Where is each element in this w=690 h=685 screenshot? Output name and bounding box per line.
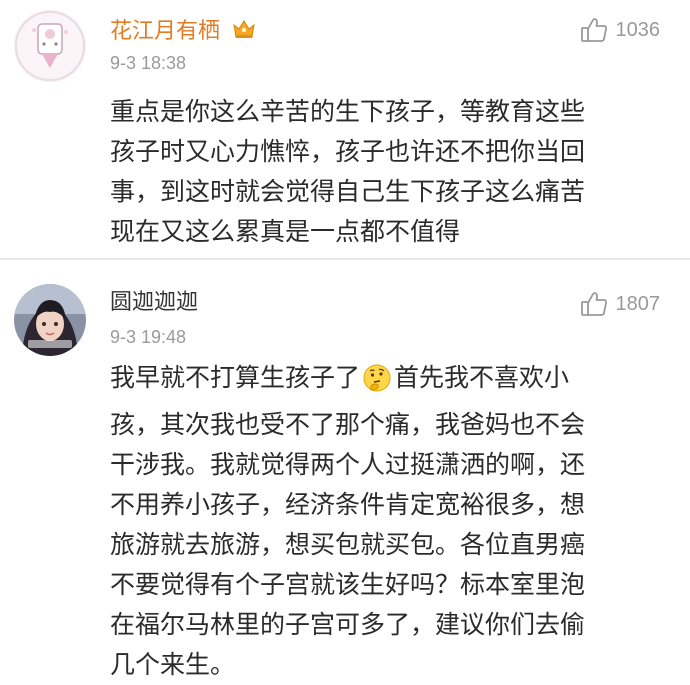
- avatar-photo: [14, 284, 86, 356]
- comment-line: 不要觉得有个子宫就该生好吗？标本室里泡: [110, 570, 586, 599]
- comment-time: 9-3 19:48: [110, 327, 187, 347]
- username-text[interactable]: 圆迦迦迦: [110, 290, 198, 315]
- comment-text: 我早就不打算生孩子了 首先我不喜欢小 孩，其次我也受不了那个痛，我爸妈也不会 干…: [110, 358, 585, 685]
- thumbs-up-icon: [580, 18, 607, 42]
- avatar[interactable]: [14, 284, 86, 356]
- thumbs-up-icon: [580, 292, 607, 316]
- like-button[interactable]: 1807: [580, 291, 661, 317]
- username[interactable]: 圆迦迦迦: [110, 289, 198, 317]
- comment-time: 9-3 18:38: [110, 53, 187, 73]
- comment-text: 重点是你这么辛苦的生下孩子，等教育这些 孩子时又心力憔悴，孩子也许还不把你当回 …: [110, 92, 585, 252]
- avatar[interactable]: [14, 10, 86, 82]
- vip-crown-icon: [231, 17, 257, 49]
- like-count: 1036: [615, 18, 661, 41]
- comment-line: 现在又这么累真是一点都不值得: [110, 217, 461, 246]
- thinking-face-icon: [362, 363, 392, 405]
- username-text[interactable]: 花江月有栖: [110, 19, 220, 44]
- comment-text-segment: 我早就不打算生孩子了: [110, 363, 361, 392]
- comment-line: 不用养小孩子，经济条件肯定宽裕很多，想: [110, 490, 586, 519]
- comment-item: 花江月有栖 9-3 18:38 1036 重点是你这么辛苦的生下孩子，等教育这些…: [0, 0, 690, 258]
- avatar-illustration: [14, 10, 86, 82]
- comment-line: 在福尔马林里的子宫可多了，建议你们去偷: [110, 610, 586, 639]
- comment-line: 孩子时又心力憔悴，孩子也许还不把你当回: [110, 137, 586, 166]
- comment-line: 孩，其次我也受不了那个痛，我爸妈也不会: [110, 410, 586, 439]
- comment-line: 干涉我。我就觉得两个人过挺潇洒的啊，还: [110, 450, 586, 479]
- comment-line: 几个来生。: [110, 650, 236, 679]
- like-button[interactable]: 1036: [580, 17, 661, 43]
- comment-line: 我早就不打算生孩子了 首先我不喜欢小: [110, 358, 585, 405]
- comment-divider: [0, 258, 690, 260]
- username[interactable]: 花江月有栖: [110, 17, 257, 49]
- comment-text-segment: 首先我不喜欢小: [394, 363, 570, 392]
- comment-item: 圆迦迦迦 9-3 19:48 1807 我早就不打算生孩子了 首先我不喜欢小 孩…: [0, 262, 690, 683]
- comment-line: 重点是你这么辛苦的生下孩子，等教育这些: [110, 97, 586, 126]
- comment-line: 旅游就去旅游，想买包就买包。各位直男癌: [110, 530, 586, 559]
- comment-line: 事，到这时就会觉得自己生下孩子这么痛苦: [110, 177, 586, 206]
- like-count: 1807: [615, 292, 661, 315]
